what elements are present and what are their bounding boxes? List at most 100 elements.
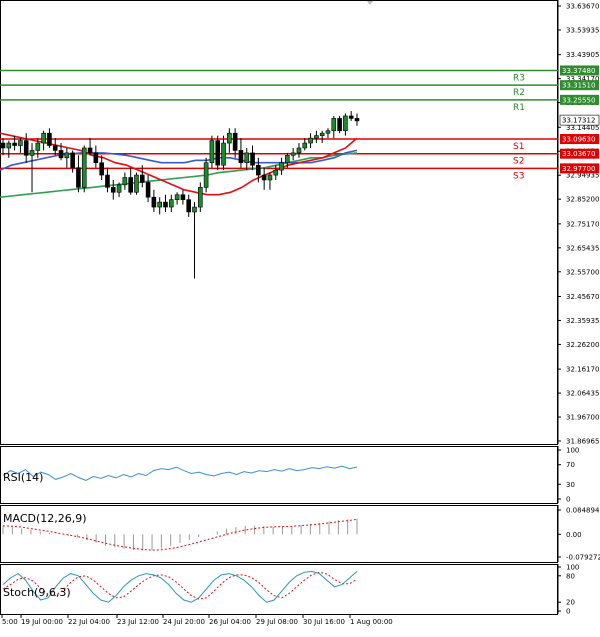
price-y-tick-label: 32.55700 — [566, 268, 599, 276]
candle-body — [261, 174, 267, 181]
rsi-title: RSI(14) — [3, 471, 43, 484]
price-y-tick-label: 32.26200 — [566, 341, 599, 349]
rsi-frame — [0, 446, 558, 504]
candle-body — [139, 174, 145, 183]
x-tick-label: 1 Aug 00:00 — [350, 618, 393, 626]
level-name-r2: R2 — [513, 88, 525, 98]
candle-body — [267, 174, 273, 181]
level-name-s1: S1 — [513, 142, 524, 152]
macd-y-tick-label: 0.084894 — [566, 507, 600, 515]
price-y-tick-label: 32.65435 — [566, 244, 599, 252]
level-tag-label-r1: 33.25550 — [562, 96, 595, 104]
price-y-tick-label: 32.85200 — [566, 196, 599, 204]
x-tick-label: 23 Jul 12:00 — [117, 618, 159, 626]
x-axis-ticks: 5:00 19 Jul 00:00 22 Jul 04:00 23 Jul 12:00… — [1, 614, 393, 626]
level-name-s2: S2 — [513, 157, 524, 167]
candle-body — [215, 140, 221, 166]
macd-title: MACD(12,26,9) — [3, 512, 87, 525]
stoch-y-tick-label: 100 — [566, 564, 579, 572]
candle-body — [319, 132, 325, 136]
stoch-y-tick-label: 80 — [566, 572, 575, 580]
pivot-level-labels: 33.37480 33.31510 33.25550 33.09630 33.03670… — [559, 65, 600, 174]
candle-body — [99, 162, 104, 176]
candle-body — [221, 142, 226, 166]
candle-body — [302, 142, 308, 149]
candle-body — [296, 147, 302, 154]
rsi-panel: 100 70 30 0 RSI(14) — [2, 447, 579, 504]
price-y-tick-label: 31.86965 — [566, 438, 599, 446]
ma-green-line — [0, 152, 358, 198]
candle-body — [325, 130, 331, 134]
candle-body — [87, 147, 93, 154]
price-y-tick-label: 31.96700 — [566, 414, 599, 422]
candle-body — [285, 155, 290, 164]
candle-body — [122, 177, 128, 186]
candle-body — [0, 142, 6, 149]
rsi-line — [2, 465, 358, 481]
price-y-tick-label: 32.06435 — [566, 390, 599, 398]
stoch-frame — [0, 564, 558, 615]
x-tick-label: 24 Jul 20:00 — [163, 618, 205, 626]
candle-body — [343, 115, 348, 132]
x-tick-label: 29 Jul 08:00 — [256, 618, 298, 626]
candle-body — [64, 152, 70, 159]
candle-body — [203, 162, 209, 188]
candle-body — [198, 187, 203, 208]
price-frame — [0, 0, 558, 445]
candle-body — [23, 140, 29, 156]
candle-body — [314, 135, 319, 139]
candle-body — [151, 196, 157, 208]
candle-body — [81, 147, 87, 188]
rsi-y-tick-label: 70 — [566, 461, 575, 469]
candle-body — [308, 137, 313, 144]
candle-body — [58, 150, 64, 159]
level-tag-label-s2: 33.03670 — [562, 150, 595, 158]
macd-y-tick-label: -0.079272 — [566, 554, 600, 562]
ma-red-line — [0, 132, 358, 196]
candle-body — [209, 140, 215, 164]
candle-body — [52, 145, 58, 151]
candle-body — [186, 199, 192, 213]
scroll-marker — [367, 1, 373, 5]
candle-body — [192, 206, 197, 213]
stoch-panel: 10080 200 Stoch(9,6,3) — [2, 564, 579, 616]
candle-body — [354, 118, 360, 122]
candle-body — [145, 182, 151, 198]
candle-body — [157, 201, 162, 208]
candle-body — [227, 132, 232, 144]
candle-body — [134, 174, 139, 193]
macd-y-tick-label: 0.00 — [566, 531, 582, 539]
x-tick-label: 26 Jul 04:00 — [209, 618, 251, 626]
candle-body — [168, 199, 174, 208]
price-y-tick-label: 32.75170 — [566, 220, 599, 228]
macd-panel: 0.084894 0.00 -0.079272 MACD(12,26,9) — [2, 507, 600, 562]
level-tag-label-s1: 33.09630 — [562, 136, 595, 144]
candle-body — [41, 132, 46, 144]
candle-body — [273, 169, 279, 176]
candle-body — [105, 174, 110, 188]
candle-body — [250, 152, 255, 166]
candle-body — [232, 132, 238, 151]
price-y-tick-label: 32.45670 — [566, 293, 599, 301]
candle-body — [279, 162, 284, 171]
candle-body — [174, 194, 180, 200]
candle-body — [244, 152, 250, 164]
x-tick-label: 22 Jul 04:00 — [68, 618, 110, 626]
rsi-y-tick-label: 100 — [566, 447, 579, 455]
level-tag-label-s3: 32.97700 — [562, 165, 595, 173]
candle-body — [12, 142, 17, 146]
level-name-r3: R3 — [513, 73, 525, 83]
rsi-y-tick-label: 30 — [566, 481, 575, 489]
candle-body — [180, 194, 186, 200]
candlestick-series — [0, 111, 360, 279]
candle-body — [47, 132, 52, 146]
price-y-tick-label: 32.16170 — [566, 366, 599, 374]
candle-body — [256, 164, 261, 176]
candle-body — [128, 177, 133, 193]
candle-body — [163, 201, 168, 208]
level-tag-label-r3: 33.37480 — [562, 67, 595, 75]
candle-body — [290, 152, 296, 156]
candle-body — [29, 150, 35, 156]
level-name-s3: S3 — [513, 171, 524, 181]
candle-body — [35, 142, 41, 151]
